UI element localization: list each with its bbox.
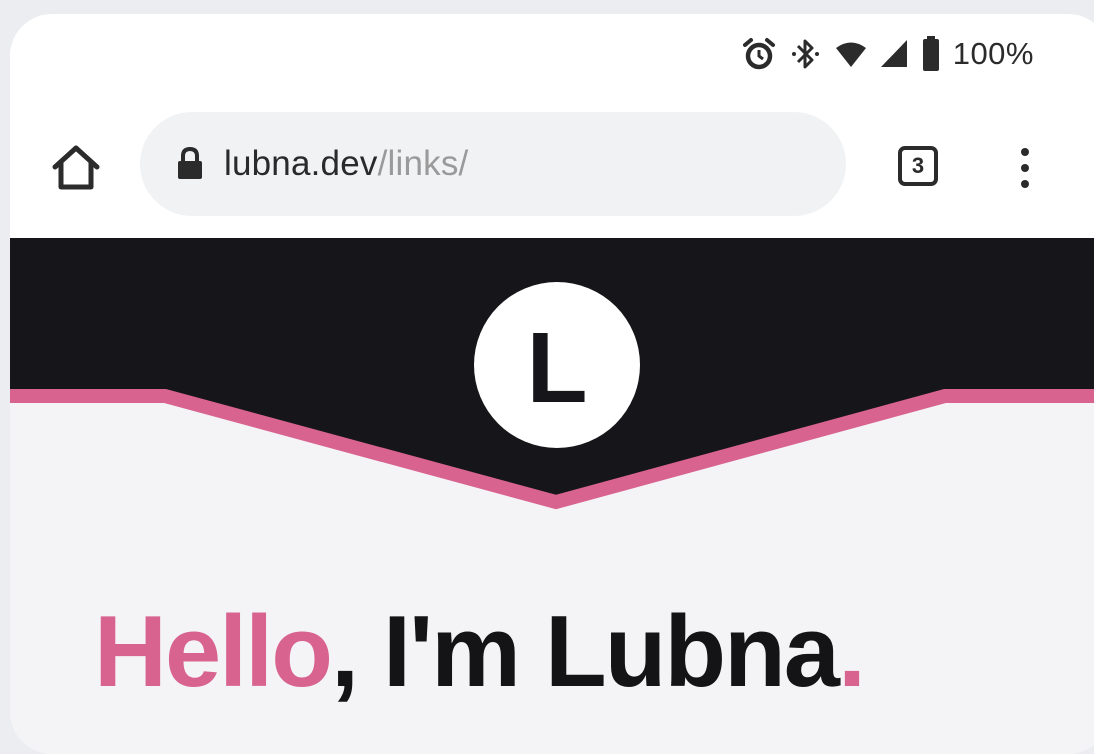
browser-toolbar: lubna.dev/links/ 3 <box>10 100 1094 238</box>
greeting-hello: Hello <box>94 596 333 708</box>
status-bar: 100% <box>10 14 1094 100</box>
wifi-icon <box>835 37 867 71</box>
logo-letter: L <box>526 312 588 424</box>
greeting-heading: Hello, I'm Lubna. <box>94 602 866 703</box>
url-path: /links/ <box>377 144 469 183</box>
battery-icon <box>921 35 941 73</box>
status-icons: 100% <box>741 34 1034 74</box>
battery-percentage: 100% <box>952 36 1034 71</box>
menu-dot <box>1021 148 1029 156</box>
url-text: lubna.dev/links/ <box>224 144 468 184</box>
alarm-icon <box>741 36 777 72</box>
greeting-period: . <box>837 596 866 708</box>
lock-icon <box>176 147 204 181</box>
bluetooth-icon <box>789 36 823 72</box>
menu-dot <box>1021 180 1029 188</box>
menu-dot <box>1021 164 1029 172</box>
url-host: lubna.dev <box>224 144 378 183</box>
home-button[interactable] <box>48 140 104 196</box>
hero-banner: L <box>10 238 1094 538</box>
tab-switcher-button[interactable]: 3 <box>898 146 938 186</box>
greeting-name: I'm Lubna <box>357 596 840 708</box>
signal-icon <box>879 37 909 71</box>
greeting-comma: , <box>330 596 359 708</box>
home-icon <box>52 145 100 190</box>
more-vert-icon[interactable] <box>1010 140 1040 196</box>
logo-avatar: L <box>474 282 640 448</box>
phone-screen: 100% lubna.dev/links/ 3 L Hello, I'm Lub… <box>10 14 1094 754</box>
address-bar[interactable]: lubna.dev/links/ <box>140 112 846 216</box>
